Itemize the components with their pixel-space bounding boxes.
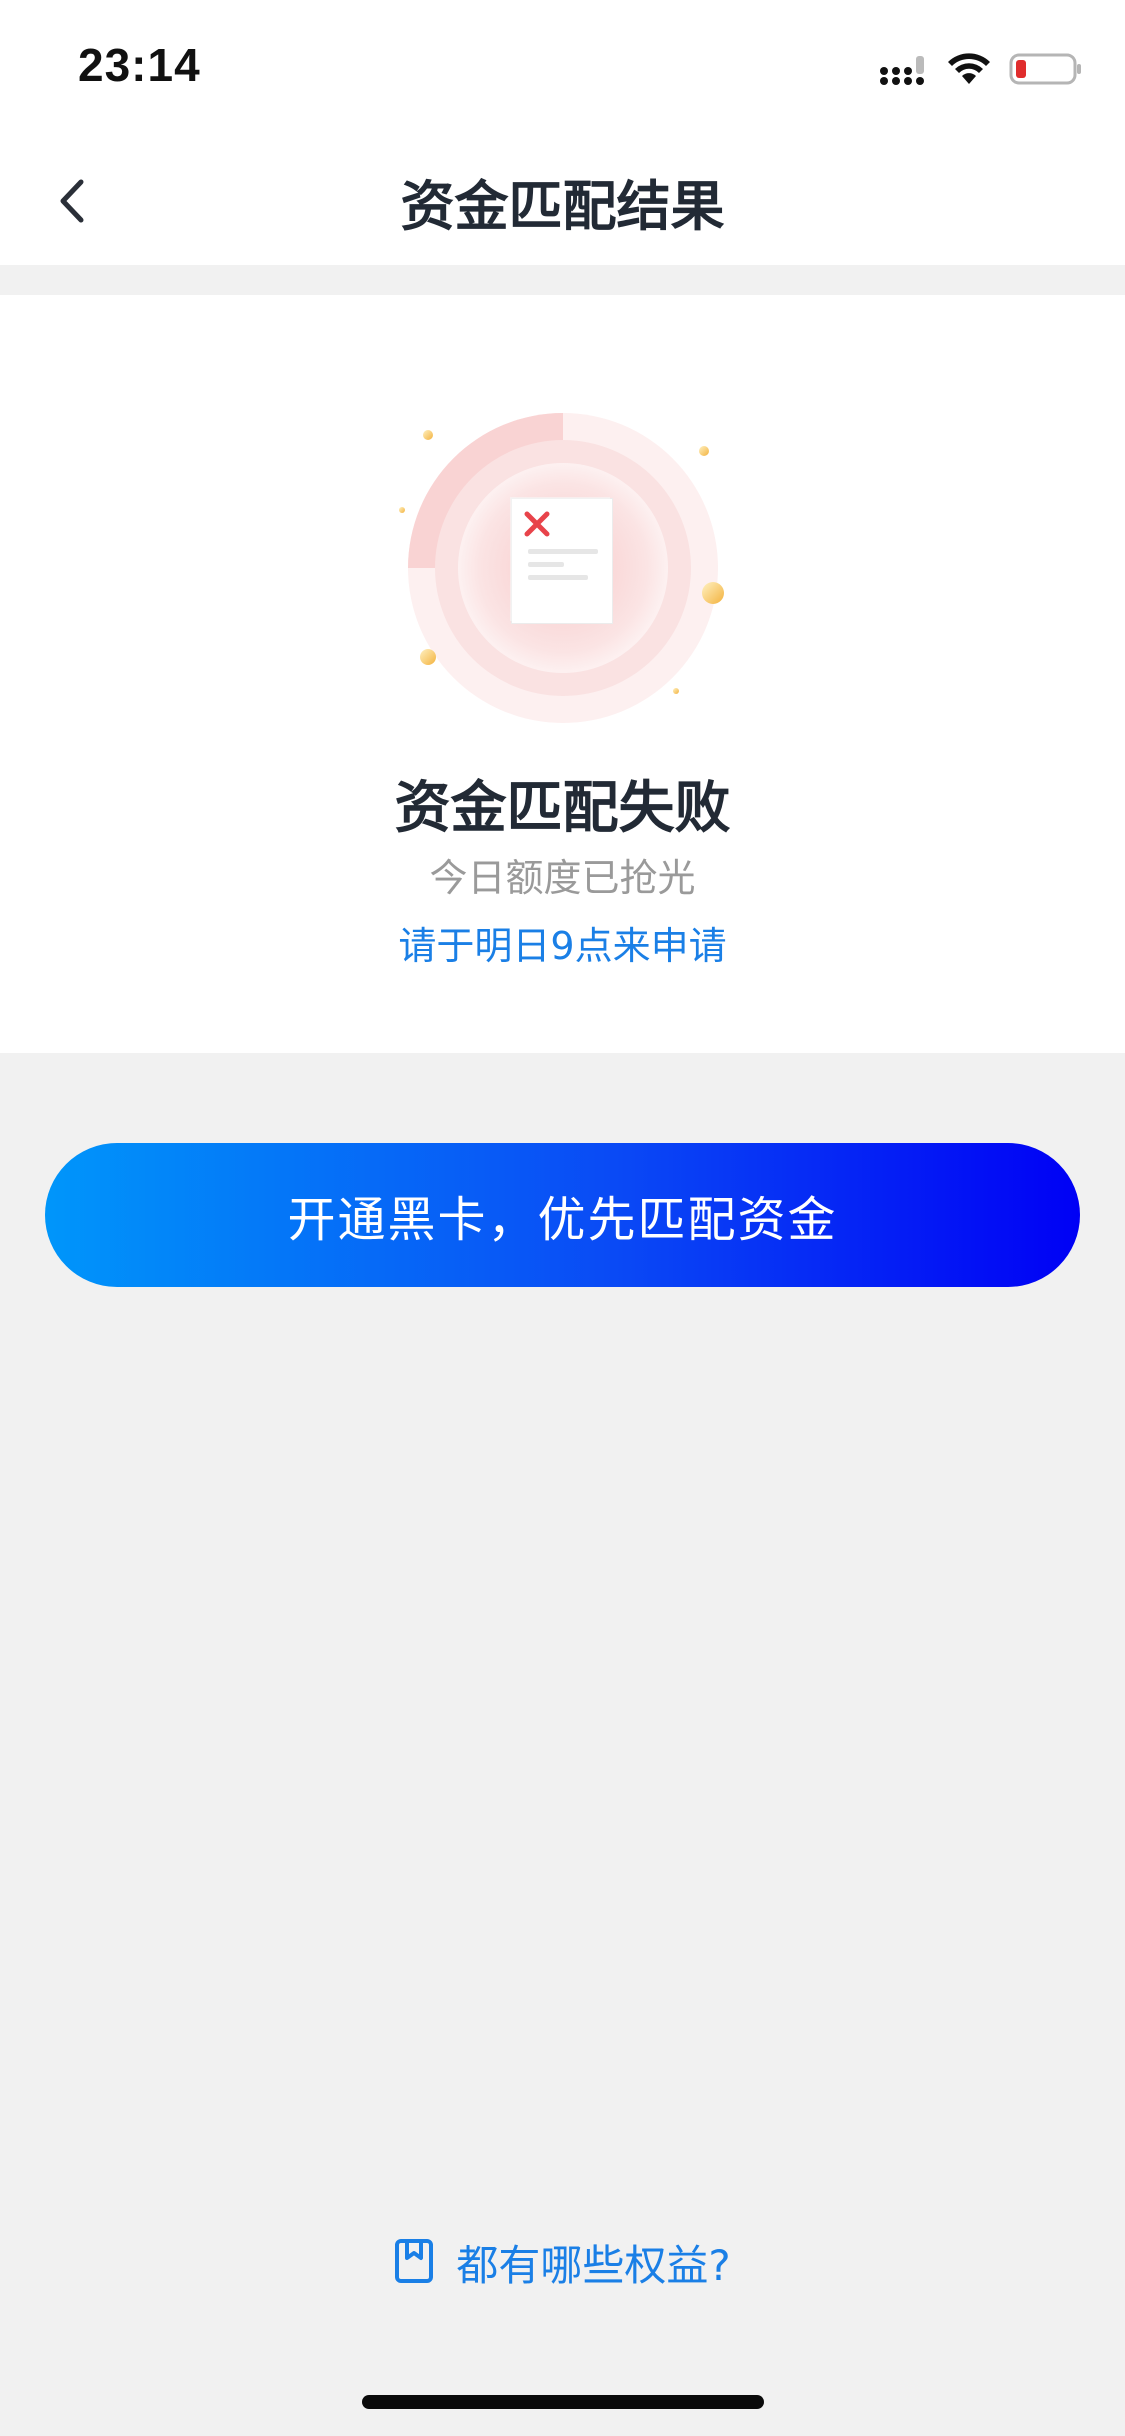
bookmark-card-icon	[394, 2238, 434, 2288]
result-subtitle: 今日额度已抢光	[429, 856, 696, 900]
result-card: 资金匹配失败 今日额度已抢光 请于明日9点来申请	[0, 295, 1125, 1053]
signal-icon	[879, 52, 929, 90]
home-indicator	[362, 2395, 764, 2409]
navigation-bar: 资金匹配结果	[0, 140, 1125, 265]
match-failed-document-icon	[392, 405, 734, 735]
page-title: 资金匹配结果	[400, 175, 725, 238]
wifi-icon	[947, 52, 991, 90]
status-time: 23:14	[78, 39, 201, 91]
open-black-card-button-label: 开通黑卡，优先匹配资金	[287, 1192, 838, 1248]
open-black-card-button[interactable]: 开通黑卡，优先匹配资金	[45, 1143, 1080, 1287]
result-hint: 请于明日9点来申请	[398, 924, 727, 968]
benefits-link-label: 都有哪些权益?	[456, 2241, 731, 2290]
result-title: 资金匹配失败	[394, 776, 731, 841]
status-icons	[879, 52, 1083, 90]
status-bar: 23:14	[0, 0, 1125, 140]
benefits-link[interactable]: 都有哪些权益?	[0, 2232, 1125, 2293]
battery-low-icon	[1009, 52, 1083, 90]
